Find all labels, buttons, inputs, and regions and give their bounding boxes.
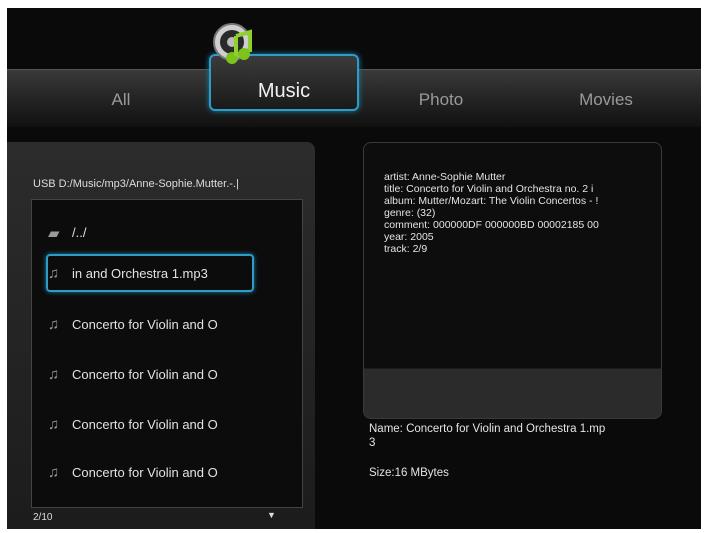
music-note-icon: ♫ bbox=[48, 416, 60, 433]
file-size-label: Size:16 MBytes bbox=[369, 467, 449, 479]
tab-music-label: Music bbox=[257, 80, 311, 102]
tab-all[interactable]: All bbox=[61, 90, 181, 110]
file-list[interactable]: ▰ /../ ♫ in and Orchestra 1.mp3 ♫ Concer… bbox=[31, 199, 303, 508]
folder-icon: ▰ bbox=[48, 225, 60, 242]
tag-album: album: Mutter/Mozart: The Violin Concert… bbox=[384, 195, 599, 207]
list-item-label: Concerto for Violin and O bbox=[72, 317, 218, 332]
list-item-label: Concerto for Violin and O bbox=[72, 367, 218, 382]
tag-artist: artist: Anne-Sophie Mutter bbox=[384, 171, 506, 183]
music-note-icon: ♫ bbox=[48, 366, 60, 383]
file-name-label: Name: Concerto for Violin and Orchestra … bbox=[369, 422, 669, 450]
tab-movies[interactable]: Movies bbox=[546, 90, 666, 110]
list-item-label: /../ bbox=[72, 225, 87, 240]
tab-photo[interactable]: Photo bbox=[381, 90, 501, 110]
music-note-icon: ♫ bbox=[48, 265, 60, 282]
tag-year: year: 2005 bbox=[384, 231, 434, 243]
media-player-screen: All Photo Movies Music USB D:/Music/mp3/… bbox=[7, 8, 701, 529]
list-item[interactable]: ♫ Concerto for Violin and O bbox=[32, 360, 302, 390]
file-browser-panel: USB D:/Music/mp3/Anne-Sophie.Mutter.-.| … bbox=[7, 142, 315, 529]
list-item-label: Concerto for Violin and O bbox=[72, 465, 218, 480]
file-name-line1: Name: Concerto for Violin and Orchestra … bbox=[369, 423, 606, 435]
list-item-label: in and Orchestra 1.mp3 bbox=[72, 266, 208, 281]
list-item[interactable]: ♫ Concerto for Violin and O bbox=[32, 458, 302, 488]
id3-tag-list: artist: Anne-Sophie Mutter title: Concer… bbox=[384, 171, 654, 255]
music-note-icon: ♫ bbox=[48, 316, 60, 333]
list-item-parent-folder[interactable]: ▰ /../ bbox=[32, 218, 302, 248]
list-item[interactable]: ♫ Concerto for Violin and O bbox=[32, 310, 302, 340]
tag-genre: genre: (32) bbox=[384, 207, 436, 219]
scroll-down-icon[interactable]: ▼ bbox=[267, 510, 276, 520]
list-item[interactable]: ♫ Concerto for Violin and O bbox=[32, 410, 302, 440]
file-name-line2: 3 bbox=[369, 437, 376, 449]
tag-comment: comment: 000000DF 000000BD 00002185 00 bbox=[384, 219, 599, 231]
music-note-icon: ♫ bbox=[48, 464, 60, 481]
music-disc-icon bbox=[213, 23, 252, 64]
tag-track: track: 2/9 bbox=[384, 243, 428, 255]
list-item-selected[interactable]: ♫ in and Orchestra 1.mp3 bbox=[32, 259, 302, 289]
current-path: USB D:/Music/mp3/Anne-Sophie.Mutter.-.| bbox=[33, 178, 239, 190]
tag-title: title: Concerto for Violin and Orchestra… bbox=[384, 183, 594, 195]
track-info-panel: artist: Anne-Sophie Mutter title: Concer… bbox=[363, 142, 662, 419]
page-indicator: 2/10 bbox=[33, 512, 53, 523]
list-item-label: Concerto for Violin and O bbox=[72, 417, 218, 432]
